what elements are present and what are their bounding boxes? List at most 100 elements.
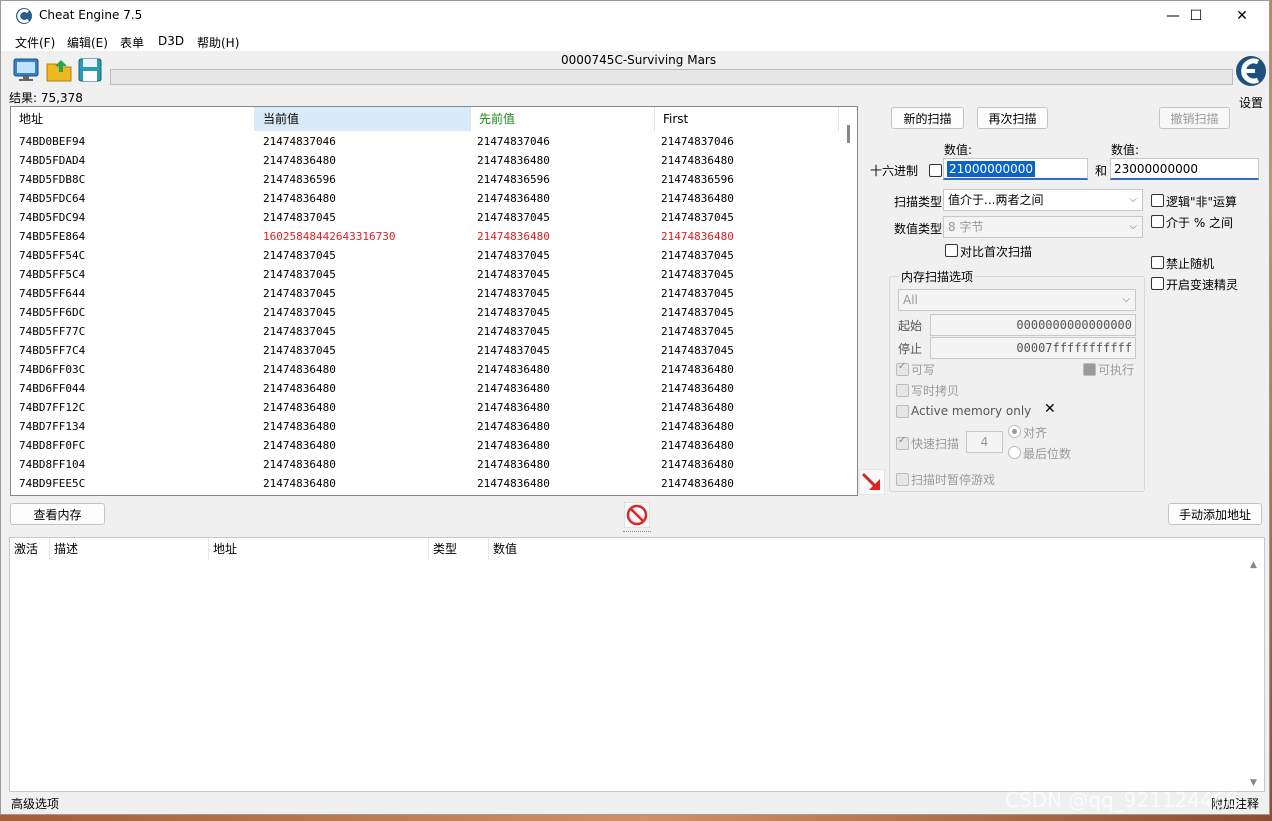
table-row[interactable]: 74BD7FF134 21474836480 21474836480 21474836… (11, 417, 841, 436)
scroll-down-icon[interactable]: ▼ (1250, 778, 1257, 788)
column-header-address[interactable]: 地址 (209, 538, 429, 560)
executable-checkbox[interactable] (1083, 363, 1096, 376)
last-digits-radio[interactable] (1008, 446, 1021, 459)
start-address-input[interactable]: 0000000000000000 (930, 314, 1136, 336)
table-row[interactable]: 74BD5FE864 16025848442643316730 2147483648… (11, 227, 841, 246)
pause-game-checkbox[interactable] (896, 473, 909, 486)
table-row[interactable]: 74BD0BEF94 21474837046 21474837046 21474837… (11, 132, 841, 151)
stop-label: 停止 (898, 342, 923, 356)
menu-file[interactable]: 文件(F) (15, 34, 55, 51)
chevron-down-icon: ⌵ (1129, 221, 1137, 232)
cell-previous-value: 21474837045 (477, 287, 550, 300)
value-input[interactable]: 21000000000 (943, 158, 1088, 180)
cell-address: 74BD8FF104 (19, 458, 86, 471)
table-row[interactable]: 74BD8FF0FC 21474836480 21474836480 21474836… (11, 436, 841, 455)
table-row[interactable]: 74BD5FF54C 21474837045 21474837045 21474837… (11, 246, 841, 265)
hex-checkbox[interactable] (929, 164, 942, 177)
speedhack-checkbox[interactable] (1151, 277, 1164, 290)
column-header-current[interactable]: 当前值 (255, 107, 471, 131)
table-row[interactable]: 74BD8FF104 21474836480 21474836480 21474836… (11, 455, 841, 474)
align-radio[interactable] (1008, 425, 1021, 438)
table-row[interactable]: 74BD5FF7C4 21474837045 21474837045 21474837… (11, 341, 841, 360)
table-row[interactable]: 74BD7FF12C 21474836480 21474836480 21474836… (11, 398, 841, 417)
add-to-list-arrow-icon[interactable] (859, 469, 885, 495)
cell-current-value: 21474836596 (263, 173, 336, 186)
value-type-select[interactable]: 8 字节 ⌵ (943, 216, 1143, 238)
memory-region-select[interactable]: All ⌵ (898, 289, 1136, 311)
copy-on-write-checkbox[interactable] (896, 384, 909, 397)
stop-address-input[interactable]: 00007fffffffffff (930, 337, 1136, 359)
memory-options-title: 内存扫描选项 (899, 268, 976, 285)
table-row[interactable]: 74BD5FDB8C 21474836596 21474836596 21474836… (11, 170, 841, 189)
undo-scan-button[interactable]: 撤销扫描 (1159, 107, 1230, 129)
not-operator-checkbox[interactable] (1151, 194, 1164, 207)
cell-current-value: 21474836480 (263, 458, 336, 471)
title-bar: Cheat Engine 7.5 — ☐ ✕ (1, 1, 1269, 31)
table-row[interactable]: 74BD5FF6DC 21474837045 21474837045 21474837… (11, 303, 841, 322)
fast-scan-label: 快速扫描 (911, 437, 960, 451)
fast-scan-value-input[interactable]: 4 (966, 431, 1003, 453)
address-list-scrollbar[interactable]: ▲ ▼ (1248, 560, 1262, 788)
column-header-first[interactable]: First (655, 107, 839, 131)
writable-checkbox[interactable] (896, 361, 909, 376)
cell-previous-value: 21474837045 (477, 325, 550, 338)
no-random-checkbox[interactable] (1151, 256, 1164, 269)
column-header-address[interactable]: 地址 (11, 107, 255, 131)
table-row[interactable]: 74BD6FF03C 21474836480 21474836480 21474836… (11, 360, 841, 379)
table-row[interactable]: 74BD5FDC64 21474836480 21474836480 21474836… (11, 189, 841, 208)
save-icon[interactable] (76, 56, 104, 84)
cell-address: 74BD5FDAD4 (19, 154, 86, 167)
table-row[interactable]: 74BD5FDAD4 21474836480 21474836480 21474836… (11, 151, 841, 170)
column-header-previous[interactable]: 先前值 (471, 107, 655, 131)
column-header-description[interactable]: 描述 (50, 538, 209, 560)
new-scan-button[interactable]: 新的扫描 (891, 107, 964, 129)
scan-type-select[interactable]: 值介于...两者之间 ⌵ (943, 189, 1143, 211)
menu-help[interactable]: 帮助(H) (197, 34, 239, 51)
open-file-icon[interactable] (45, 56, 73, 84)
percent-between-checkbox[interactable] (1151, 215, 1164, 228)
percent-between-label: 介于 % 之间 (1166, 216, 1234, 230)
table-row[interactable]: 74BD5FF5C4 21474837045 21474837045 21474837… (11, 265, 841, 284)
settings-link[interactable]: 设置 (1239, 94, 1263, 111)
table-row[interactable]: 74BD5FF77C 21474837045 21474837045 21474837… (11, 322, 841, 341)
menu-d3d[interactable]: D3D (158, 34, 184, 48)
clear-list-icon[interactable] (624, 502, 650, 528)
view-memory-button[interactable]: 查看内存 (10, 503, 105, 525)
menu-edit[interactable]: 编辑(E) (67, 34, 108, 51)
cell-first-value: 21474836480 (661, 420, 734, 433)
column-header-type[interactable]: 类型 (429, 538, 489, 560)
cell-address: 74BD5FF644 (19, 287, 86, 300)
table-row[interactable]: 74BD5FF644 21474837045 21474837045 21474837… (11, 284, 841, 303)
table-row[interactable]: 74BD9FEE5C 21474836480 21474836480 21474836… (11, 474, 841, 493)
cell-current-value: 21474836480 (263, 420, 336, 433)
next-scan-button[interactable]: 再次扫描 (977, 107, 1048, 129)
column-header-active[interactable]: 激活 (10, 538, 50, 560)
cell-address: 74BD7FF134 (19, 420, 86, 433)
compare-first-checkbox[interactable] (945, 244, 958, 257)
close-icon[interactable]: ✕ (1044, 401, 1056, 417)
scan-results-list[interactable]: 地址 当前值 先前值 First 74BD0BEF94 21474837046 21… (10, 106, 858, 496)
table-row[interactable]: 74BD5FDC94 21474837045 21474837045 21474837… (11, 208, 841, 227)
maximize-button[interactable]: ☐ (1173, 1, 1219, 31)
cell-address: 74BD8FF0FC (19, 439, 86, 452)
scroll-up-icon[interactable]: ▲ (1250, 560, 1257, 570)
results-scrollbar[interactable] (841, 107, 857, 495)
cell-current-value: 21474836480 (263, 382, 336, 395)
table-row[interactable]: 74BD6FF044 21474836480 21474836480 21474836… (11, 379, 841, 398)
add-address-manually-button[interactable]: 手动添加地址 (1168, 503, 1262, 525)
cheat-engine-logo-icon[interactable] (1235, 53, 1267, 93)
close-button[interactable]: ✕ (1219, 1, 1265, 31)
menu-table[interactable]: 表单 (120, 34, 144, 51)
address-list[interactable]: 激活 描述 地址 类型 数值 ▲ ▼ (9, 537, 1265, 792)
active-memory-checkbox[interactable] (896, 405, 909, 418)
cell-first-value: 21474836480 (661, 458, 734, 471)
value2-input[interactable]: 23000000000 (1110, 158, 1259, 180)
cell-first-value: 21474837045 (661, 287, 734, 300)
column-header-value[interactable]: 数值 (489, 538, 609, 560)
splitter-handle[interactable] (623, 531, 651, 535)
cell-previous-value: 21474836480 (477, 192, 550, 205)
fast-scan-checkbox[interactable] (896, 435, 909, 450)
scrollbar-thumb[interactable] (847, 125, 850, 143)
open-process-icon[interactable] (12, 56, 40, 84)
advanced-options-link[interactable]: 高级选项 (11, 795, 59, 812)
